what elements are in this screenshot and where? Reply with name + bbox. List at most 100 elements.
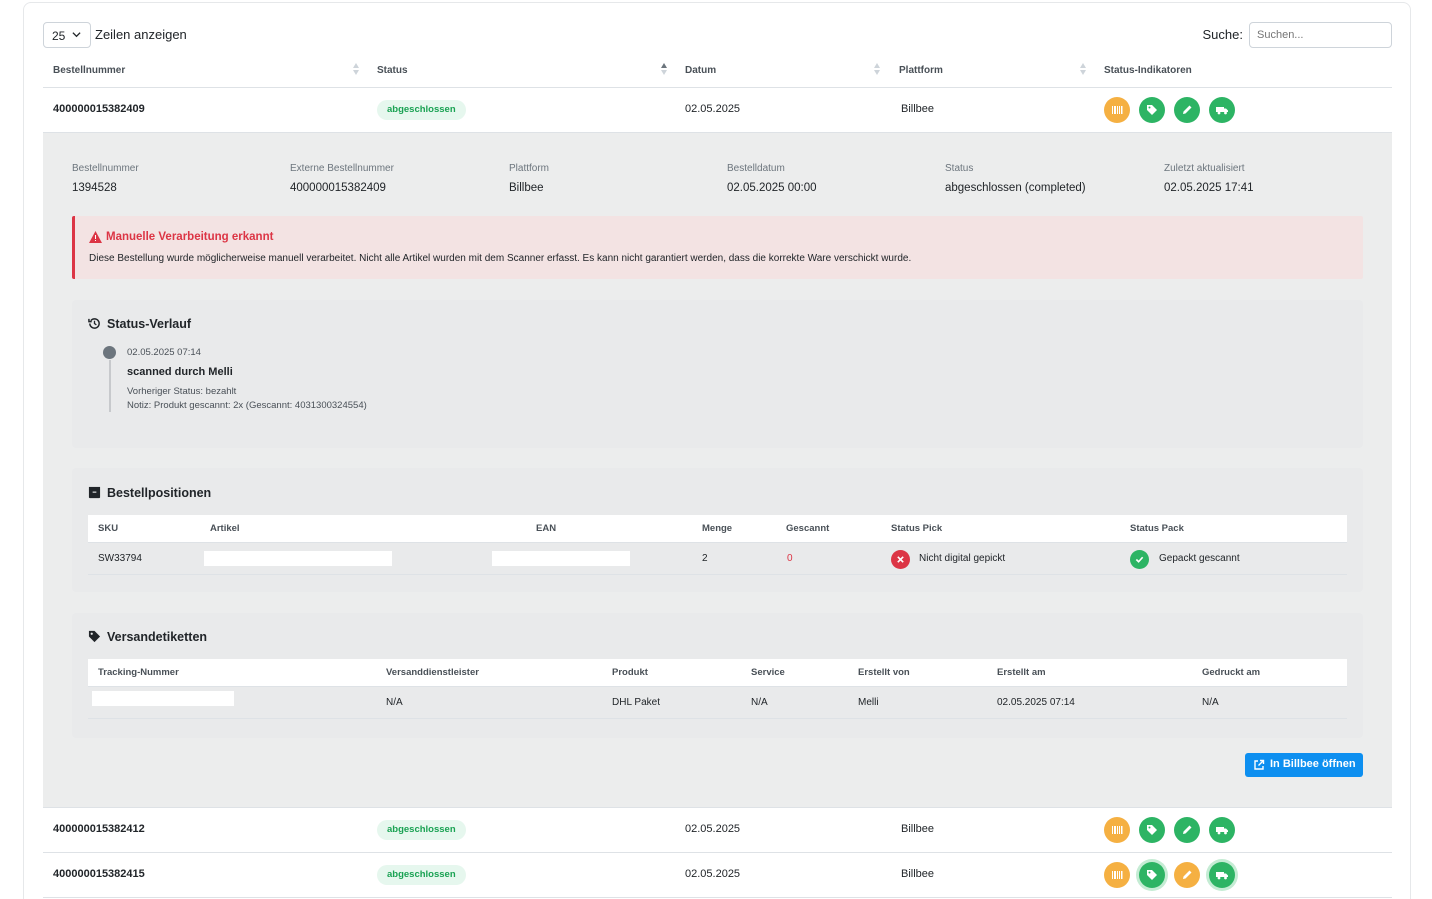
table-row[interactable]: 400000015382412 abgeschlossen 02.05.2025… (43, 808, 1392, 853)
indicator-shipping[interactable] (1209, 97, 1235, 123)
col-header-status[interactable]: Status (377, 65, 408, 76)
indicator-barcode[interactable] (1104, 97, 1130, 123)
status-history-panel: Status-Verlauf 02.05.2025 07:14 scanned … (72, 300, 1363, 448)
meta-label: Status (945, 163, 974, 174)
col-header-versanddienstleister: Versanddienstleister (386, 667, 479, 678)
positions-table-header: SKU Artikel EAN Menge Gescannt Status Pi… (88, 515, 1347, 543)
manual-processing-alert: Manuelle Verarbeitung erkannt Diese Best… (72, 216, 1363, 279)
label-created-by: Melli (858, 697, 879, 708)
indicator-edit[interactable] (1174, 97, 1200, 123)
order-number: 400000015382409 (53, 103, 145, 115)
col-header-status-indikatoren: Status-Indikatoren (1104, 65, 1192, 76)
meta-value: 1394528 (72, 182, 117, 194)
status-history-title: Status-Verlauf (107, 317, 192, 331)
truck-icon (1216, 827, 1228, 835)
meta-value: abgeschlossen (completed) (945, 182, 1086, 194)
indicator-barcode[interactable] (1104, 817, 1130, 843)
timeline-dot (103, 346, 116, 359)
meta-bestelldatum: Bestelldatum 02.05.2025 00:00 (727, 163, 817, 194)
meta-label: Externe Bestellnummer (290, 163, 394, 174)
barcode-icon (1112, 826, 1123, 834)
rows-per-page-value: 25 (52, 29, 66, 43)
pencil-icon (1183, 870, 1192, 879)
meta-externe-bestellnummer: Externe Bestellnummer 400000015382409 (290, 163, 394, 194)
alert-text: Diese Bestellung wurde möglicherweise ma… (89, 253, 912, 264)
timeline-time: 02.05.2025 07:14 (127, 347, 201, 358)
col-header-tracking: Tracking-Nummer (98, 667, 179, 678)
rows-per-page-label: Zeilen anzeigen (95, 27, 187, 42)
label-created-at: 02.05.2025 07:14 (997, 697, 1075, 708)
indicator-barcode[interactable] (1104, 862, 1130, 888)
tag-icon (88, 630, 101, 643)
open-in-billbee-label: In Billbee öffnen (1270, 758, 1356, 770)
sort-icon[interactable] (874, 63, 880, 75)
pack-status-icon (1130, 550, 1149, 569)
col-header-produkt: Produkt (612, 667, 648, 678)
open-in-billbee-button[interactable]: In Billbee öffnen (1245, 753, 1363, 777)
pick-status-icon (891, 550, 910, 569)
redacted-ean (492, 551, 630, 566)
search-label: Suche: (1202, 27, 1243, 42)
pencil-icon (1183, 825, 1192, 834)
col-header-gedruckt-am: Gedruckt am (1202, 667, 1261, 678)
indicator-shipping[interactable] (1209, 862, 1235, 888)
col-header-erstellt-von: Erstellt von (858, 667, 910, 678)
label-carrier: N/A (386, 697, 403, 708)
order-date: 02.05.2025 (685, 823, 741, 835)
col-header-datum[interactable]: Datum (685, 65, 716, 76)
order-date: 02.05.2025 (685, 103, 741, 115)
sort-asc-icon[interactable] (661, 63, 667, 75)
tag-icon (1147, 105, 1157, 115)
timeline-previous-status: Vorheriger Status: bezahlt (127, 386, 237, 397)
box-icon (88, 486, 101, 499)
shipping-labels-panel: Versandetiketten Tracking-Nummer Versand… (72, 613, 1363, 738)
indicator-edit[interactable] (1174, 817, 1200, 843)
truck-icon (1216, 107, 1228, 115)
meta-status: Status abgeschlossen (completed) (945, 163, 1086, 194)
barcode-icon (1112, 106, 1123, 114)
status-badge: abgeschlossen (377, 820, 466, 840)
rows-per-page-select[interactable]: 25 (43, 22, 91, 48)
history-icon (88, 318, 100, 329)
sort-icon[interactable] (1080, 63, 1086, 75)
col-header-menge: Menge (702, 523, 733, 534)
col-header-gescannt: Gescannt (786, 523, 830, 534)
table-header: Bestellnummer Status Datum Plattform Sta… (43, 56, 1392, 88)
meta-plattform: Plattform Billbee (509, 163, 549, 194)
table-row[interactable]: 400000015382415 abgeschlossen 02.05.2025… (43, 853, 1392, 898)
search-input[interactable] (1249, 22, 1392, 48)
position-sku: SW33794 (98, 553, 142, 564)
col-header-plattform[interactable]: Plattform (899, 65, 943, 76)
sort-icon[interactable] (353, 63, 359, 75)
redacted-article (204, 551, 392, 566)
col-header-artikel: Artikel (210, 523, 240, 534)
tag-icon (1147, 870, 1157, 880)
status-badge: abgeschlossen (377, 865, 466, 885)
meta-label: Plattform (509, 163, 550, 174)
timeline-title: scanned durch Melli (127, 366, 233, 378)
col-header-sku: SKU (98, 523, 119, 534)
position-row: SW33794 2 0 Nicht digital gepickt Gepack… (88, 543, 1347, 575)
meta-label: Bestelldatum (727, 163, 785, 174)
chevron-down-icon (72, 32, 81, 38)
check-icon (1135, 556, 1144, 563)
indicator-edit[interactable] (1174, 862, 1200, 888)
label-printed-at: N/A (1202, 697, 1219, 708)
indicator-tag[interactable] (1139, 97, 1165, 123)
position-status-pack: Gepackt gescannt (1159, 553, 1240, 564)
order-platform: Billbee (901, 103, 935, 115)
indicator-tag[interactable] (1139, 862, 1165, 888)
indicator-shipping[interactable] (1209, 817, 1235, 843)
order-platform: Billbee (901, 823, 935, 835)
meta-value: 400000015382409 (290, 182, 386, 194)
meta-value: 02.05.2025 17:41 (1164, 182, 1254, 194)
label-product: DHL Paket (612, 697, 660, 708)
barcode-icon (1112, 871, 1123, 879)
labels-table-header: Tracking-Nummer Versanddienstleister Pro… (88, 659, 1347, 687)
table-row[interactable]: 400000015382409 abgeschlossen 02.05.2025… (43, 88, 1392, 133)
col-header-bestellnummer[interactable]: Bestellnummer (53, 65, 125, 76)
indicator-tag[interactable] (1139, 817, 1165, 843)
order-number: 400000015382412 (53, 823, 145, 835)
col-header-erstellt-am: Erstellt am (997, 667, 1046, 678)
shipping-labels-title: Versandetiketten (107, 630, 208, 644)
